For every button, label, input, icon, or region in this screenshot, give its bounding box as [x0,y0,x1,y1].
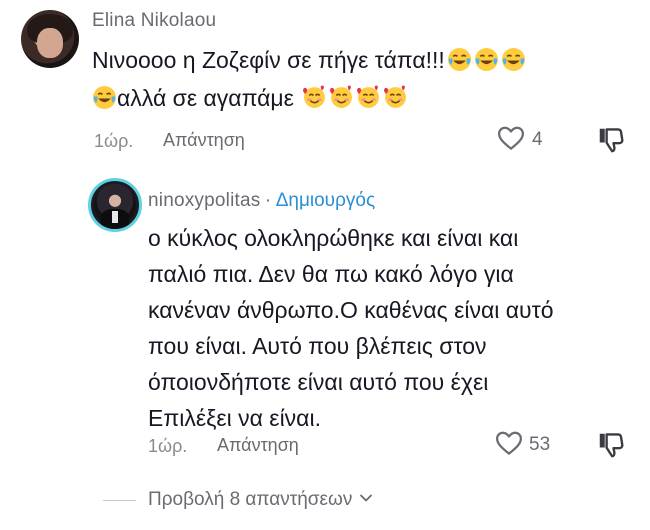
smiling-face-with-hearts-emoji [300,85,327,111]
heart-outline-icon [498,126,524,150]
reply-text-line: όποιονδήποτε είναι αυτό που έχει [148,369,489,395]
view-replies-button[interactable]: Προβολή 8 απαντήσεων [148,489,373,511]
view-replies-label: Προβολή 8 απαντήσεων [148,489,353,510]
smiling-face-with-hearts-emoji [381,85,408,111]
reply-text: ο κύκλος ολοκληρώθηκε και είναι και παλι… [148,220,628,436]
reply-text-line: παλιό πια. Δεν θα πω κακό λόγο για [148,261,514,287]
comment-text: Νινοοοο η Ζοζεφίν σε πήγε τάπα!!! [92,47,445,73]
avatar-face [37,28,63,58]
reply-header: ninoxypolitas · Δημιουργός [148,190,375,212]
tears-of-joy-emoji [472,47,499,73]
chevron-down-icon [359,494,372,502]
reply-text-line: που είναι. Αυτό που βλέπεις στον [148,333,487,359]
reply-text-line: κανέναν άνθρωπο.Ο καθένας είναι αυτό [148,297,554,323]
comment-text-line: αλλά σε αγαπάμε [92,80,408,116]
reply-text-line: Επιλέξει να είναι. [148,405,321,431]
tears-of-joy-emoji [445,47,472,73]
creator-badge: Δημιουργός [275,190,376,211]
heart-outline-icon [496,431,522,455]
like-count: 4 [532,129,543,150]
separator-dot: · [264,190,272,211]
avatar-tie [112,211,118,223]
comment-text-line: Νινοοοο η Ζοζεφίν σε πήγε τάπα!!! [92,42,526,78]
avatar[interactable] [21,10,79,68]
reply-timestamp: 1ώρ. [148,436,188,456]
reply-username[interactable]: ninoxypolitas [148,190,260,211]
tears-of-joy-emoji [92,85,117,111]
reply-button[interactable]: Απάντηση [217,435,299,456]
tears-of-joy-emoji [499,47,526,73]
dislike-button[interactable] [596,430,626,460]
reply-button[interactable]: Απάντηση [163,130,245,151]
comment-timestamp: 1ώρ. [94,131,134,151]
smiling-face-with-hearts-emoji [327,85,354,111]
smiling-face-with-hearts-emoji [354,85,381,111]
divider-line [103,500,136,501]
thumbs-down-icon [599,433,624,458]
creator-avatar[interactable] [88,178,142,232]
like-button[interactable] [494,428,524,458]
comment-username[interactable]: Elina Nikolaou [92,10,216,32]
comment-text: αλλά σε αγαπάμε [117,85,294,111]
like-count: 53 [529,434,551,455]
reply-text-line: ο κύκλος ολοκληρώθηκε και είναι και [148,225,519,251]
dislike-button[interactable] [596,125,626,155]
thumbs-down-icon [599,128,624,153]
like-button[interactable] [496,123,526,153]
